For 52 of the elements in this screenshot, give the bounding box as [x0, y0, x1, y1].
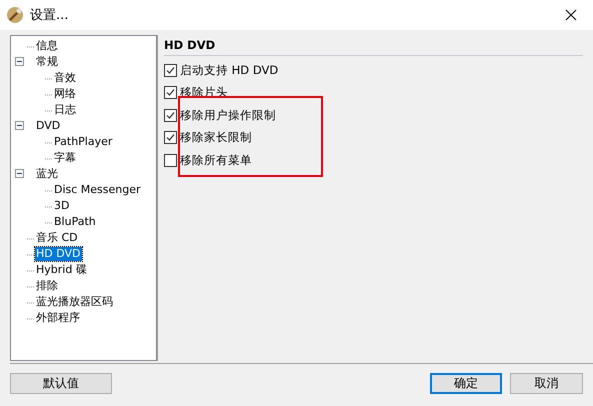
close-icon[interactable]	[565, 9, 577, 21]
tree-connector	[27, 238, 35, 240]
tree-connector	[27, 270, 35, 272]
checkbox[interactable]	[164, 86, 177, 100]
tree-item[interactable]: 信息	[35, 39, 59, 53]
tree-item[interactable]: 音效	[53, 71, 77, 85]
tree-item[interactable]: Hybrid 碟	[35, 263, 88, 277]
checkbox[interactable]	[164, 154, 177, 167]
tree-connector	[27, 286, 35, 288]
option-label: 移除所有菜单	[180, 152, 252, 168]
section-title: HD DVD	[164, 38, 583, 56]
tree-item[interactable]: 蓝光播放器区码	[35, 295, 114, 309]
collapse-icon[interactable]	[15, 169, 24, 178]
collapse-icon[interactable]	[15, 57, 24, 66]
tree-connector	[27, 302, 35, 304]
tree-item[interactable]: 外部程序	[35, 311, 81, 325]
option-label: 启动支持 HD DVD	[180, 62, 278, 78]
tree-item[interactable]: HD DVD	[35, 247, 82, 261]
tree-item[interactable]: 字幕	[53, 151, 77, 165]
option-label: 移除家长限制	[180, 130, 252, 146]
tree-item[interactable]: DVD	[35, 119, 62, 133]
cancel-button[interactable]: 取消	[510, 373, 583, 394]
tree-connector	[45, 206, 53, 208]
collapse-icon[interactable]	[15, 121, 24, 130]
ok-button[interactable]: 确定	[430, 373, 502, 394]
tree-connector	[45, 190, 53, 192]
tree-connector	[27, 46, 35, 48]
window-title: 设置...	[30, 7, 70, 24]
tree-item[interactable]: 网络	[53, 87, 77, 101]
tree-connector	[27, 254, 35, 256]
checkbox[interactable]	[164, 108, 177, 122]
checkbox[interactable]	[164, 64, 177, 77]
tree-connector	[45, 222, 53, 224]
tree-connector	[45, 78, 53, 80]
wrench-icon	[6, 6, 24, 24]
checkbox[interactable]	[164, 131, 177, 144]
tree-item[interactable]: 3D	[53, 199, 70, 213]
tree-item[interactable]: PathPlayer	[53, 135, 114, 149]
option-label: 移除用户操作限制	[180, 108, 276, 123]
tree-connector	[45, 94, 53, 96]
tree-connector	[45, 158, 53, 160]
tree-connector	[45, 110, 53, 112]
tree-connector	[45, 142, 53, 144]
tree-item[interactable]: 常规	[35, 55, 59, 69]
tree-item[interactable]: 蓝光	[35, 167, 59, 181]
tree-item[interactable]: BluPath	[53, 215, 97, 229]
tree-item[interactable]: 排除	[35, 279, 59, 293]
defaults-button[interactable]: 默认值	[10, 373, 112, 394]
tree-item[interactable]: 音乐 CD	[35, 231, 79, 245]
tree-item[interactable]: 日志	[53, 103, 77, 117]
tree-connector	[27, 318, 35, 320]
tree-item[interactable]: Disc Messenger	[53, 183, 142, 197]
